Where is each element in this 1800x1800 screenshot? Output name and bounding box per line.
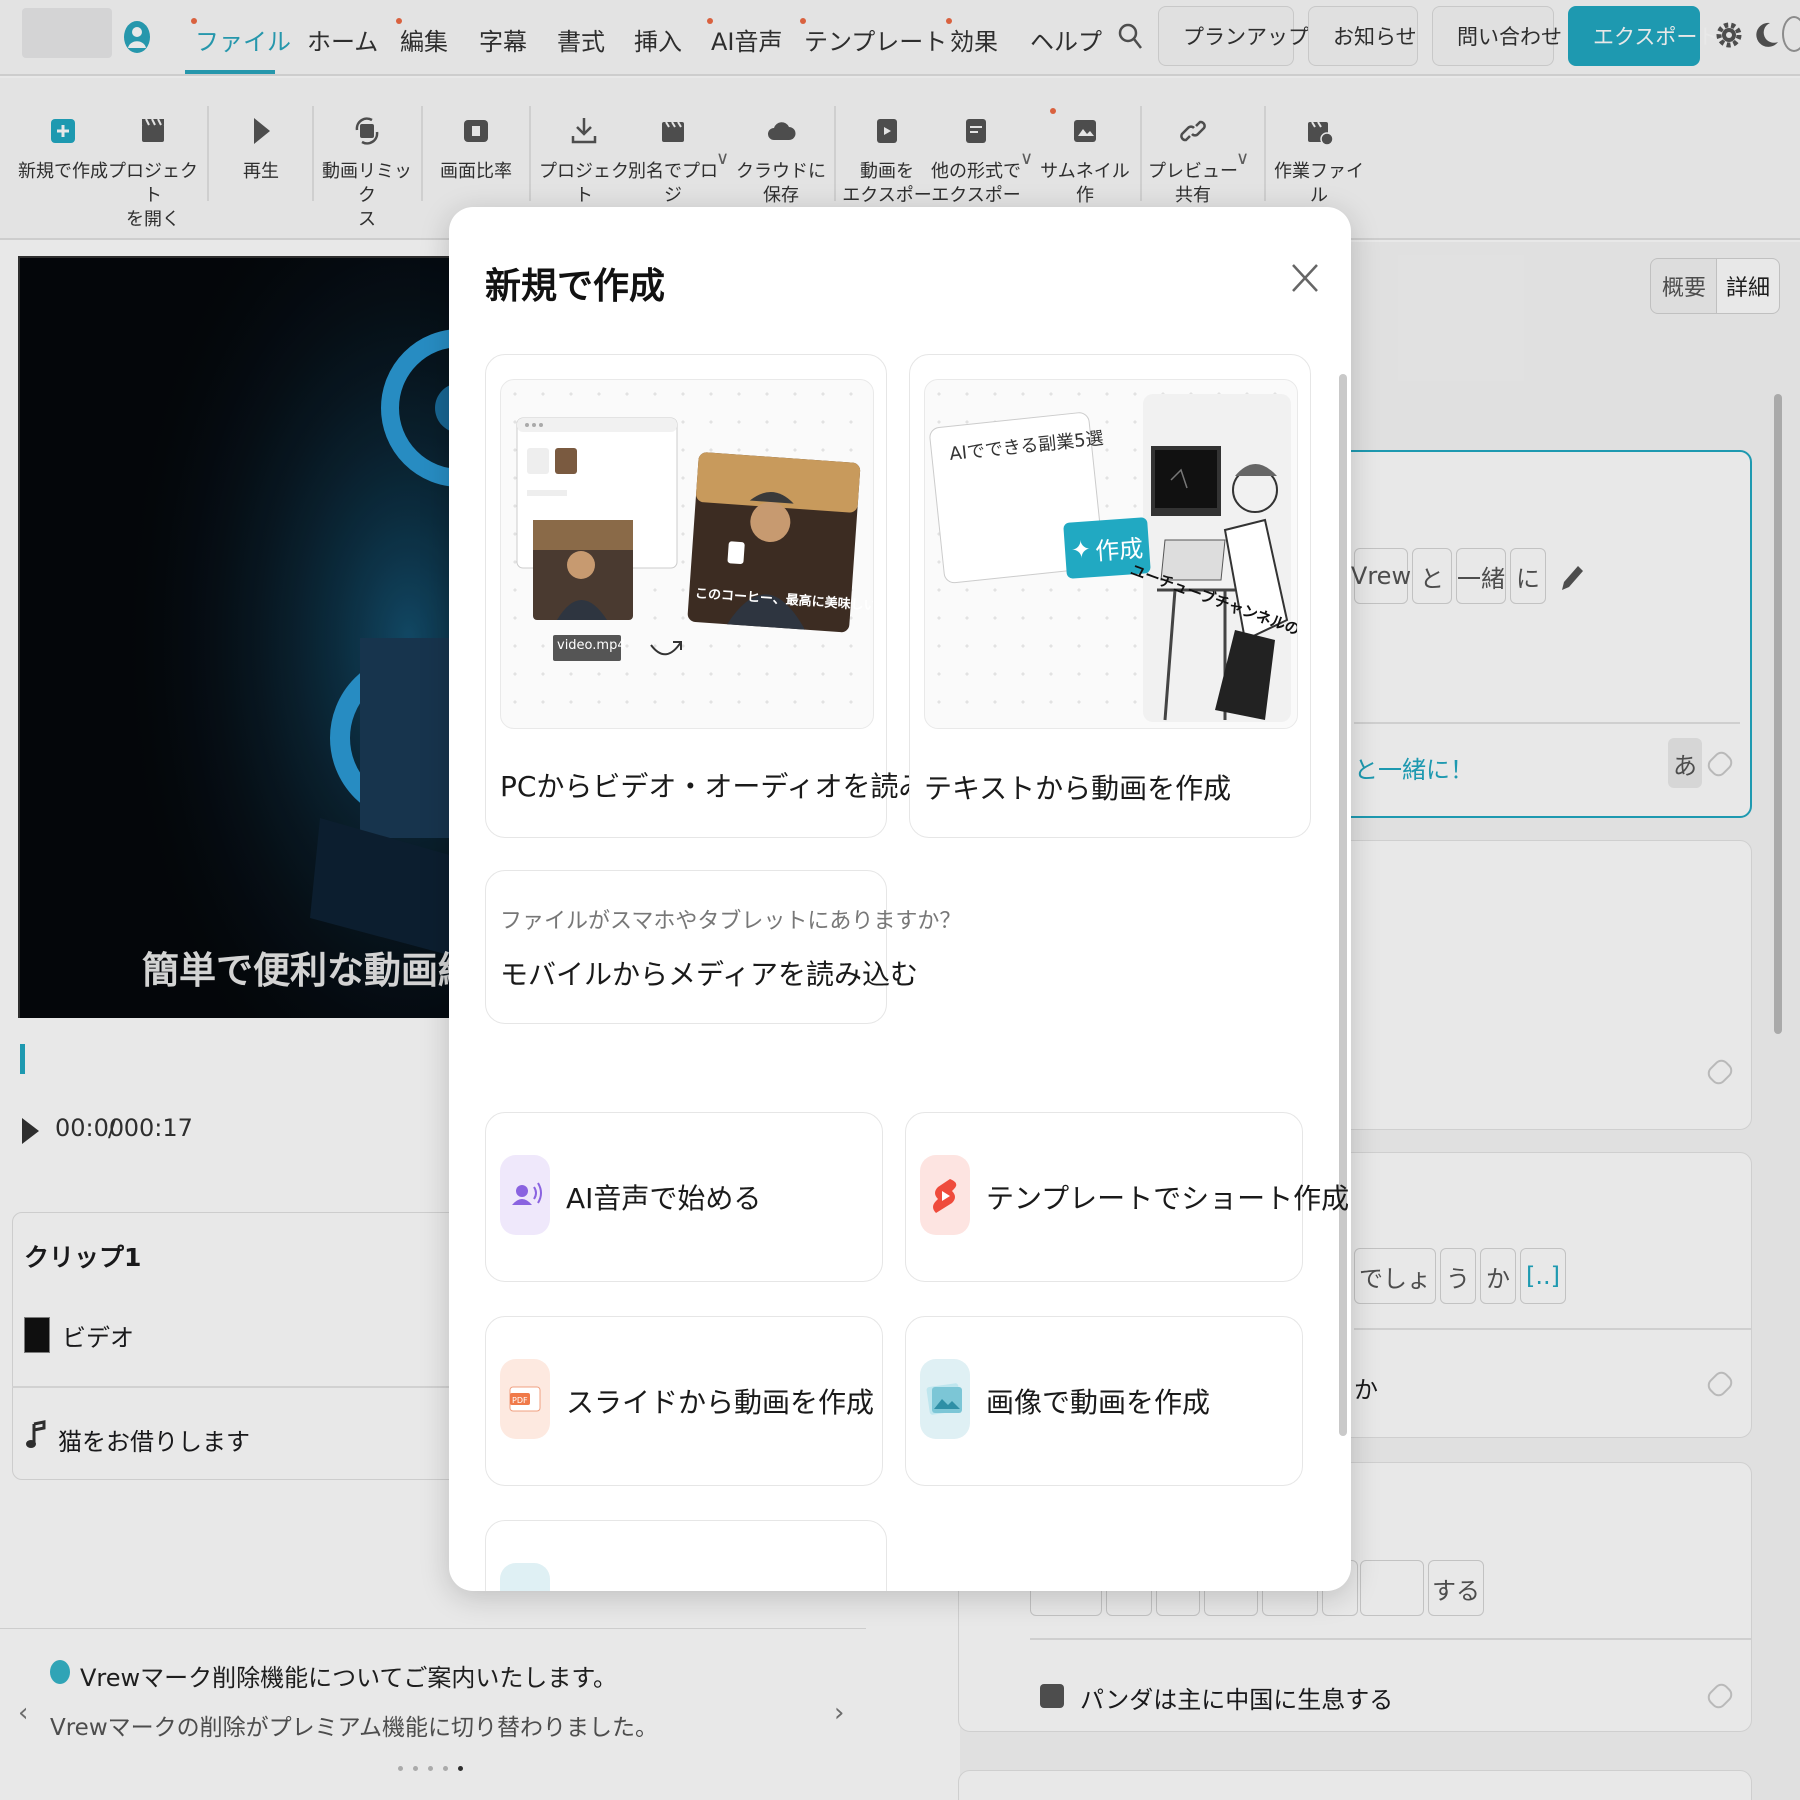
dialog-scrollbar[interactable] bbox=[1339, 374, 1347, 1436]
new-project-dialog: 新規で作成 このコーヒー、最高に美味しい！ video.mp4 PCからビデオ・… bbox=[449, 207, 1351, 1591]
mobile-question: ファイルがスマホやタブレットにありますか？ bbox=[500, 909, 962, 934]
option-icon bbox=[500, 1563, 550, 1591]
more-option-card[interactable] bbox=[485, 1520, 887, 1591]
text-to-video-label: テキストから動画を作成 bbox=[924, 772, 1232, 805]
video-import-illustration bbox=[516, 417, 861, 661]
import-from-mobile-card[interactable]: ファイルがスマホやタブレットにありますか？ モバイルからメディアを読み込む bbox=[485, 870, 961, 1024]
option-label: スライドから動画を作成 bbox=[566, 1386, 875, 1419]
option-label: テンプレートでショート作成 bbox=[986, 1182, 1350, 1215]
illustration-file-label: video.mp4 bbox=[557, 638, 626, 653]
import-from-mobile-label: モバイルからメディアを読み込む bbox=[500, 958, 919, 991]
image-icon bbox=[920, 1359, 970, 1439]
start-with-ai-voice-card[interactable]: AI音声で始める bbox=[485, 1112, 883, 1282]
import-illustration: このコーヒー、最高に美味しい！ video.mp4 bbox=[500, 379, 874, 729]
video-from-slides-card[interactable]: PDF スライドから動画を作成 bbox=[485, 1316, 883, 1486]
sparkle-icon: ✦ bbox=[1070, 535, 1093, 565]
text-to-video-card[interactable]: AIでできる副業5選 ✦ 作成 ユーチューブチャンネルの運営 テキストから動画を作… bbox=[909, 354, 1311, 838]
option-label: 画像で動画を作成 bbox=[986, 1386, 1211, 1419]
import-from-pc-card[interactable]: このコーヒー、最高に美味しい！ video.mp4 PCからビデオ・オーディオを… bbox=[485, 354, 982, 838]
shorts-from-template-card[interactable]: テンプレートでショート作成 bbox=[905, 1112, 1349, 1282]
video-from-images-card[interactable]: 画像で動画を作成 bbox=[905, 1316, 1303, 1486]
text-to-video-illustration: AIでできる副業5選 ✦ 作成 ユーチューブチャンネルの運営 bbox=[924, 379, 1298, 729]
svg-text:PDF: PDF bbox=[512, 1396, 528, 1405]
shorts-template-icon bbox=[920, 1155, 970, 1235]
dialog-title: 新規で作成 bbox=[485, 266, 666, 307]
ai-voice-icon bbox=[500, 1155, 550, 1235]
option-label: AI音声で始める bbox=[566, 1182, 762, 1215]
pdf-slide-icon: PDF bbox=[500, 1359, 550, 1439]
close-icon[interactable] bbox=[1291, 259, 1319, 297]
